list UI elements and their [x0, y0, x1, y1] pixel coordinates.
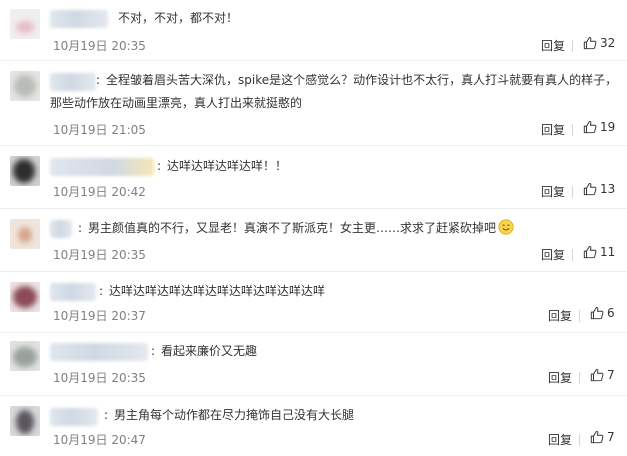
avatar[interactable]: [10, 341, 40, 371]
comment-item: : 达咩达咩达咩达咩！！ 10月19日 20:42 回复 13: [0, 146, 627, 209]
smile-emoji-icon: [498, 219, 514, 235]
avatar[interactable]: [10, 406, 40, 436]
thumbs-up-icon: [583, 245, 597, 259]
thumbs-up-icon: [590, 306, 604, 320]
divider: [572, 186, 573, 198]
like-count: 13: [600, 182, 616, 196]
comment-time: 10月19日 20:42: [53, 185, 146, 199]
comment-text: : 达咩达咩达咩达咩达咩达咩达咩达咩达咩: [99, 284, 326, 298]
divider: [579, 310, 580, 322]
divider: [579, 372, 580, 384]
comment-time: 10月19日 20:47: [53, 433, 146, 447]
comment-item: 不对，不对，都不对！ 10月19日 20:35 回复 32: [0, 0, 627, 61]
username[interactable]: [50, 283, 96, 301]
divider: [572, 124, 573, 136]
reply-button[interactable]: 回复: [541, 121, 565, 138]
username[interactable]: [50, 343, 148, 361]
like-button[interactable]: 6: [590, 306, 615, 320]
thumbs-up-icon: [590, 430, 604, 444]
comment-text: : 看起来廉价又无趣: [151, 344, 258, 358]
reply-button[interactable]: 回复: [548, 431, 572, 448]
like-count: 7: [607, 430, 615, 444]
avatar[interactable]: [10, 282, 40, 312]
comment-text: : 男主角每个动作都在尽力掩饰自己没有大长腿: [104, 408, 355, 422]
username[interactable]: [50, 408, 98, 426]
avatar[interactable]: [10, 219, 40, 249]
username[interactable]: [50, 73, 96, 91]
comment-item: : 全程皱着眉头苦大深仇，spike是这个感觉么？动作设计也不太行，真人打斗就要有…: [0, 61, 627, 146]
comment-item: : 男主颜值真的不行，又显老！真演不了斯派克！女主更……求求了赶紧砍掉吧 10月1…: [0, 209, 627, 272]
divider: [572, 249, 573, 261]
reply-button[interactable]: 回复: [548, 369, 572, 386]
comment-time: 10月19日 21:05: [53, 123, 146, 137]
thumbs-up-icon: [590, 368, 604, 382]
comment-text-line2: 那些动作放在动画里漂亮，真人打出来就挺憨的: [50, 96, 303, 110]
comment-time: 10月19日 20:35: [53, 248, 146, 262]
comment-text: : 达咩达咩达咩达咩！！: [157, 159, 288, 173]
thumbs-up-icon: [583, 182, 597, 196]
like-button[interactable]: 19: [583, 120, 615, 134]
comment-item: : 男主角每个动作都在尽力掩饰自己没有大长腿 10月19日 20:47 回复 7: [0, 396, 627, 456]
username[interactable]: [50, 220, 72, 238]
comment-time: 10月19日 20:37: [53, 309, 146, 323]
comment-list: 不对，不对，都不对！ 10月19日 20:35 回复 32 : 全程皱着眉头苦大深…: [0, 0, 627, 456]
like-count: 11: [600, 245, 616, 259]
reply-button[interactable]: 回复: [541, 246, 565, 263]
like-button[interactable]: 13: [583, 182, 615, 196]
avatar[interactable]: [10, 9, 40, 39]
comment-text: : 全程皱着眉头苦大深仇，spike是这个感觉么？动作设计也不太行，真人打斗就要有…: [96, 73, 618, 87]
comment-text: : 男主颜值真的不行，又显老！真演不了斯派克！女主更……求求了赶紧砍掉吧: [78, 219, 514, 238]
like-button[interactable]: 7: [590, 430, 615, 444]
thumbs-up-icon: [583, 120, 597, 134]
comment-time: 10月19日 20:35: [53, 371, 146, 385]
like-button[interactable]: 32: [583, 36, 615, 50]
divider: [572, 40, 573, 52]
like-count: 7: [607, 368, 615, 382]
avatar[interactable]: [10, 71, 40, 101]
reply-button[interactable]: 回复: [541, 183, 565, 200]
like-button[interactable]: 7: [590, 368, 615, 382]
username[interactable]: [50, 158, 154, 176]
avatar[interactable]: [10, 156, 40, 186]
comment-time: 10月19日 20:35: [53, 39, 146, 53]
like-count: 19: [600, 120, 616, 134]
reply-button[interactable]: 回复: [541, 37, 565, 54]
username[interactable]: [50, 10, 108, 28]
like-count: 6: [607, 306, 615, 320]
comment-item: : 看起来廉价又无趣 10月19日 20:35 回复 7: [0, 333, 627, 396]
like-count: 32: [600, 36, 616, 50]
thumbs-up-icon: [583, 36, 597, 50]
like-button[interactable]: 11: [583, 245, 615, 259]
divider: [579, 434, 580, 446]
comment-text: 不对，不对，都不对！: [118, 11, 239, 25]
reply-button[interactable]: 回复: [548, 307, 572, 324]
comment-item: : 达咩达咩达咩达咩达咩达咩达咩达咩达咩 10月19日 20:37 回复 6: [0, 272, 627, 333]
